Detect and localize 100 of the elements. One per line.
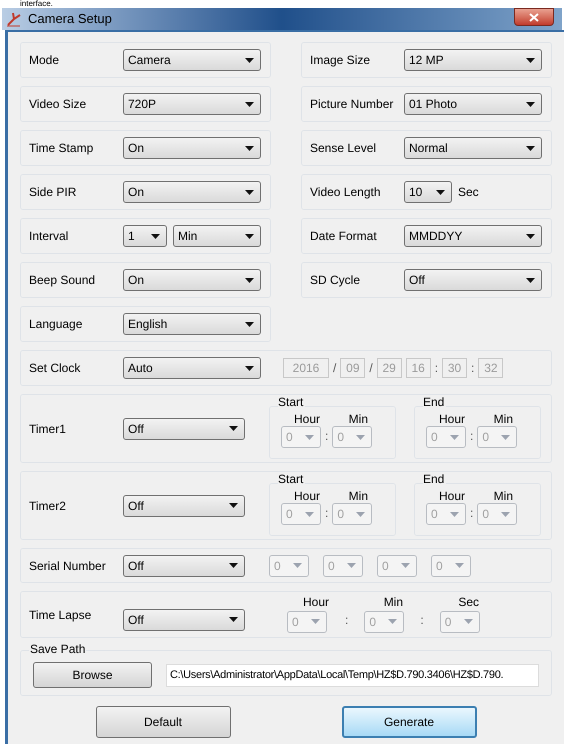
dropdown[interactable]: 1 bbox=[123, 225, 167, 247]
separator-text: : bbox=[325, 505, 328, 522]
dropdown[interactable]: Off bbox=[123, 418, 245, 440]
close-icon bbox=[529, 12, 539, 22]
caret-icon bbox=[436, 190, 445, 194]
caret-icon bbox=[229, 617, 238, 622]
caret-icon bbox=[450, 512, 459, 516]
setting-label: Side PIR bbox=[29, 184, 78, 201]
caption-text: interface. bbox=[20, 0, 53, 8]
separator-text: / bbox=[369, 360, 373, 377]
setting-label: Date Format bbox=[310, 228, 378, 245]
dropdown[interactable]: Min bbox=[173, 225, 261, 247]
caret-icon bbox=[245, 234, 254, 238]
caret-icon bbox=[245, 58, 254, 62]
setting-label: Sense Level bbox=[310, 140, 378, 157]
field-label: Min bbox=[348, 412, 368, 426]
separator-text: : bbox=[345, 612, 348, 628]
caret-icon bbox=[151, 234, 160, 238]
group-title: Start bbox=[278, 473, 306, 486]
dropdown[interactable]: On bbox=[123, 137, 261, 159]
dropdown[interactable]: English bbox=[123, 313, 261, 335]
setting-label: Timer1 bbox=[29, 420, 67, 438]
field-label: Min bbox=[384, 594, 404, 608]
field-label: Hour bbox=[303, 594, 330, 608]
dropdown[interactable]: MMDDYY bbox=[404, 225, 542, 247]
dropdown[interactable]: Off bbox=[123, 554, 245, 576]
caret-icon bbox=[501, 434, 510, 440]
caret-icon bbox=[245, 278, 254, 282]
setting-label: Timer2 bbox=[29, 498, 67, 514]
setting-label: Language bbox=[29, 316, 84, 333]
field-label: Hour bbox=[294, 489, 320, 503]
setting-label: Mode bbox=[29, 52, 60, 69]
setting-label: Interval bbox=[29, 228, 70, 245]
dropdown[interactable]: Normal bbox=[404, 137, 542, 159]
dropdown[interactable]: Off bbox=[123, 494, 245, 516]
setting-label: Video Size bbox=[29, 96, 88, 113]
setting-label: Time Lapse bbox=[29, 606, 92, 624]
caret-icon bbox=[245, 366, 254, 370]
separator-text: : bbox=[434, 360, 438, 377]
dropdown[interactable]: 12 MP bbox=[404, 49, 542, 71]
caret-icon bbox=[526, 278, 535, 282]
separator-text: : bbox=[420, 612, 424, 628]
dialog-button[interactable]: Generate bbox=[342, 706, 476, 738]
caret-icon bbox=[311, 619, 320, 624]
caret-icon bbox=[526, 146, 535, 150]
caret-icon bbox=[293, 563, 302, 568]
caret-icon bbox=[245, 322, 254, 326]
caret-icon bbox=[356, 434, 366, 440]
setting-label: Image Size bbox=[310, 52, 372, 69]
unit-label: Sec bbox=[458, 184, 479, 201]
caret-icon bbox=[347, 563, 356, 568]
group-title: End bbox=[423, 396, 446, 409]
setting-label: Time Stamp bbox=[29, 140, 94, 157]
caret-icon bbox=[356, 512, 366, 516]
camera-logo-icon bbox=[6, 11, 22, 27]
setting-label: Set Clock bbox=[29, 360, 82, 377]
group-title: End bbox=[423, 473, 446, 486]
window-title: Camera Setup bbox=[28, 10, 112, 28]
setting-label: Beep Sound bbox=[29, 272, 96, 289]
separator-text: / bbox=[333, 360, 336, 377]
dropdown[interactable]: On bbox=[123, 181, 261, 203]
caret-icon bbox=[245, 146, 254, 150]
caret-icon bbox=[229, 563, 238, 568]
close-button[interactable] bbox=[514, 8, 554, 26]
caret-icon bbox=[305, 434, 314, 440]
caret-icon bbox=[401, 563, 410, 568]
field-label: Hour bbox=[294, 412, 320, 426]
caret-icon bbox=[305, 512, 314, 516]
dialog-button[interactable]: Default bbox=[96, 706, 230, 738]
caret-icon bbox=[464, 619, 473, 624]
separator-text: : bbox=[471, 360, 474, 377]
dropdown[interactable]: Off bbox=[404, 269, 542, 291]
caret-icon bbox=[229, 503, 238, 508]
caret-icon bbox=[526, 58, 535, 62]
caret-icon bbox=[229, 426, 238, 431]
group-title: Save Path bbox=[29, 643, 86, 656]
caret-icon bbox=[245, 190, 254, 194]
dropdown[interactable]: 01 Photo bbox=[404, 93, 542, 115]
dropdown[interactable]: 10 bbox=[404, 181, 452, 203]
caret-icon bbox=[526, 234, 535, 238]
field-label: Sec bbox=[458, 594, 480, 608]
browse-button[interactable]: Browse bbox=[33, 662, 152, 688]
caret-icon bbox=[245, 102, 254, 106]
caret-icon bbox=[455, 563, 464, 568]
dropdown[interactable]: Camera bbox=[123, 49, 261, 71]
setting-label: Picture Number bbox=[310, 96, 394, 113]
caret-icon bbox=[450, 434, 459, 440]
dropdown[interactable]: Auto bbox=[123, 357, 261, 379]
path-field[interactable]: C:\Users\Administrator\AppData\Local\Temp\HZ$D.790.3406\HZ$D.790. bbox=[166, 664, 539, 686]
field-label: Hour bbox=[438, 412, 465, 426]
separator-text: : bbox=[470, 428, 474, 445]
field-label: Min bbox=[494, 489, 514, 503]
caret-icon bbox=[526, 102, 535, 106]
dropdown[interactable]: Off bbox=[123, 608, 245, 630]
separator-text: : bbox=[470, 505, 474, 522]
dropdown[interactable]: On bbox=[123, 269, 261, 291]
field-label: Min bbox=[494, 412, 514, 426]
dropdown[interactable]: 720P bbox=[123, 93, 261, 115]
field-label: Hour bbox=[438, 489, 465, 503]
setting-label: Video Length bbox=[310, 184, 382, 201]
